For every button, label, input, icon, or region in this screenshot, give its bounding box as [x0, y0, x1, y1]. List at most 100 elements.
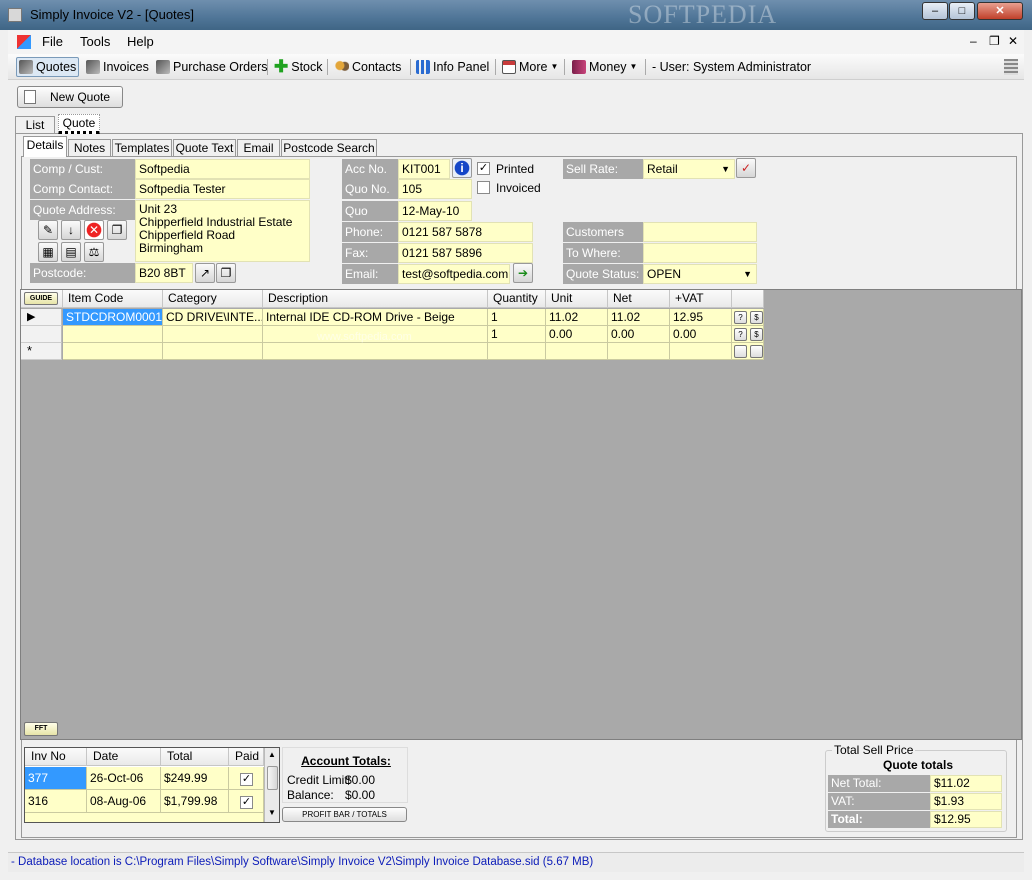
email-field[interactable]: test@softpedia.com	[398, 264, 510, 284]
help-icon[interactable]: ?	[734, 311, 747, 324]
table-cell[interactable]: 11.02	[608, 309, 670, 326]
tab-postcode-search[interactable]: Postcode Search	[281, 139, 377, 157]
apply-rate-icon[interactable]: ✓	[736, 158, 756, 178]
column-header[interactable]: Unit	[546, 290, 608, 308]
scrollbar-thumb[interactable]	[267, 766, 278, 790]
row-header[interactable]	[21, 326, 62, 343]
quote-status-select[interactable]: OPEN ▼	[643, 264, 757, 284]
tab-quote[interactable]: Quote	[58, 114, 100, 134]
table-cell[interactable]: Internal IDE CD-ROM Drive - Beige	[263, 309, 488, 326]
new-quote-button[interactable]: New Quote	[17, 86, 123, 108]
mdi-minimize-icon[interactable]: –	[970, 34, 977, 48]
table-cell[interactable]: $249.99	[161, 767, 229, 790]
table-cell[interactable]: 11.02	[546, 309, 608, 326]
info-icon[interactable]: i	[452, 158, 472, 178]
scroll-down-icon[interactable]: ▼	[268, 808, 276, 817]
blank-button[interactable]	[750, 345, 763, 358]
price-icon[interactable]: $	[750, 311, 763, 324]
paid-checkbox[interactable]: ✓	[240, 796, 253, 809]
table-cell[interactable]	[163, 343, 263, 360]
purchase-orders-button[interactable]: Purchase Orders	[154, 57, 269, 77]
price-icon[interactable]: $	[750, 328, 763, 341]
help-icon[interactable]: ?	[734, 328, 747, 341]
copy-icon[interactable]: ❐	[107, 220, 127, 240]
row-header-current[interactable]: ▶	[21, 309, 62, 326]
menu-tools[interactable]: Tools	[80, 34, 110, 49]
profit-bar-totals-button[interactable]: PROFIT BAR / TOTALS	[282, 807, 407, 822]
menu-help[interactable]: Help	[127, 34, 154, 49]
guide-button[interactable]: GUIDE	[24, 292, 58, 305]
tab-list[interactable]: List	[15, 116, 55, 134]
comp-contact-field[interactable]: Softpedia Tester	[135, 179, 310, 199]
mdi-restore-icon[interactable]: ❐	[989, 34, 1000, 48]
sell-rate-select[interactable]: Retail ▼	[643, 159, 735, 179]
table-cell[interactable]: 1	[488, 309, 546, 326]
phone-field[interactable]: 0121 587 5878	[398, 222, 533, 242]
paid-checkbox[interactable]: ✓	[240, 773, 253, 786]
money-dropdown[interactable]: Money ▼	[570, 57, 639, 77]
table-cell[interactable]: 377	[25, 767, 87, 790]
tab-templates[interactable]: Templates	[112, 139, 172, 157]
table-cell[interactable]: 26-Oct-06	[87, 767, 161, 790]
quote-address-field[interactable]: Unit 23 Chipperfield Industrial Estate C…	[135, 200, 310, 262]
stock-button[interactable]: ✚ Stock	[272, 57, 325, 77]
tab-email[interactable]: Email	[237, 139, 280, 157]
table-cell[interactable]	[546, 343, 608, 360]
info-panel-button[interactable]: Info Panel	[414, 57, 491, 77]
quotes-button[interactable]: Quotes	[16, 57, 80, 77]
print-icon[interactable]: ▤	[61, 242, 81, 262]
close-button[interactable]: ✕	[977, 2, 1023, 20]
postcode-field[interactable]: B20 8BT	[135, 263, 193, 283]
column-header[interactable]: Paid	[229, 748, 264, 766]
mdi-close-icon[interactable]: ✕	[1008, 34, 1018, 48]
column-header[interactable]: Description	[263, 290, 488, 308]
scroll-up-icon[interactable]: ▲	[268, 750, 276, 759]
table-cell[interactable]	[608, 343, 670, 360]
contacts-button[interactable]: Contacts	[333, 57, 403, 77]
table-cell[interactable]: CD DRIVE\INTE...	[163, 309, 263, 326]
invoices-button[interactable]: Invoices	[84, 57, 151, 77]
table-cell[interactable]: $1,799.98	[161, 790, 229, 813]
minimize-button[interactable]: –	[922, 2, 948, 20]
table-cell[interactable]	[263, 343, 488, 360]
column-header[interactable]: Quantity	[488, 290, 546, 308]
invoiced-checkbox[interactable]	[477, 181, 490, 194]
calculator-icon[interactable]: ▦	[38, 242, 58, 262]
comp-cust-field[interactable]: Softpedia	[135, 159, 310, 179]
tab-notes[interactable]: Notes	[68, 139, 111, 157]
column-header[interactable]: Date	[87, 748, 161, 766]
send-email-icon[interactable]: ➔	[513, 263, 533, 283]
to-where-field[interactable]	[643, 243, 757, 263]
invoices-scrollbar[interactable]: ▲ ▼	[264, 748, 279, 822]
table-cell[interactable]: 0.00	[670, 326, 732, 343]
tab-details[interactable]: Details	[23, 136, 67, 157]
table-cell[interactable]: 316	[25, 790, 87, 813]
download-icon[interactable]: ↓	[61, 220, 81, 240]
quo-no-field[interactable]: 105	[398, 179, 472, 199]
customers-po-field[interactable]	[643, 222, 757, 242]
column-header[interactable]: +VAT	[670, 290, 732, 308]
maximize-button[interactable]: □	[949, 2, 975, 20]
scales-icon[interactable]: ⚖	[84, 242, 104, 262]
copy-postcode-icon[interactable]: ❐	[216, 263, 236, 283]
table-cell[interactable]	[63, 326, 163, 343]
table-cell[interactable]	[63, 343, 163, 360]
tab-quote-text[interactable]: Quote Text	[173, 139, 236, 157]
menu-file[interactable]: File	[42, 34, 63, 49]
table-cell[interactable]	[163, 326, 263, 343]
quo-date-field[interactable]: 12-May-10	[398, 201, 472, 221]
table-cell[interactable]: 0.00	[608, 326, 670, 343]
edit-contact-icon[interactable]: ✎	[38, 220, 58, 240]
blank-button[interactable]	[734, 345, 747, 358]
column-header[interactable]: Net	[608, 290, 670, 308]
printed-checkbox[interactable]: ✓	[477, 162, 490, 175]
fft-button[interactable]: FFT	[24, 722, 58, 736]
acc-no-field[interactable]: KIT001	[398, 159, 450, 179]
column-header[interactable]: Item Code	[63, 290, 163, 308]
go-arrow-icon[interactable]: ↗	[195, 263, 215, 283]
column-header[interactable]: Total	[161, 748, 229, 766]
table-cell[interactable]: 12.95	[670, 309, 732, 326]
table-cell[interactable]	[670, 343, 732, 360]
table-cell[interactable]	[488, 343, 546, 360]
fax-field[interactable]: 0121 587 5896	[398, 243, 533, 263]
